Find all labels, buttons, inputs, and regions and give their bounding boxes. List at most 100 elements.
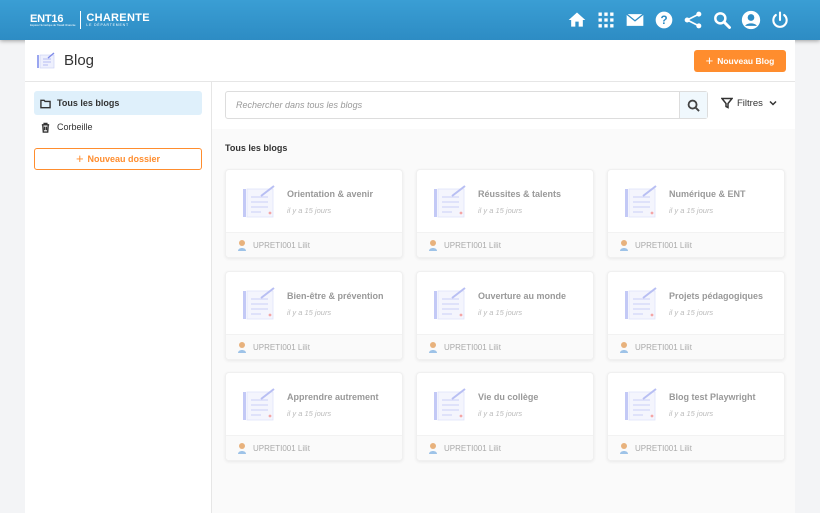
blog-title: Ouverture au monde (478, 291, 567, 301)
search-icon (687, 99, 700, 112)
ent-logo[interactable]: ENT16 Espace Numérique de Travail Charent… (30, 10, 150, 30)
blog-date: il y a 15 jours (287, 206, 332, 215)
blog-thumbnail-icon (434, 388, 466, 421)
blog-card-footer: UPRETI001 Lilit (417, 334, 593, 359)
blog-card[interactable]: Vie du collège il y a 15 jours UPRETI001 L… (416, 372, 594, 461)
blog-card-footer: UPRETI001 Lilit (417, 232, 593, 257)
blog-author: UPRETI001 Lilit (635, 240, 692, 250)
page-header: Blog + Nouveau Blog (25, 40, 795, 82)
section-title: Tous les blogs (225, 143, 288, 153)
blog-date: il y a 15 jours (669, 409, 714, 418)
blog-card-footer: UPRETI001 Lilit (608, 435, 784, 460)
filter-icon (721, 97, 733, 109)
blog-card-footer: UPRETI001 Lilit (417, 435, 593, 460)
mail-icon[interactable] (623, 8, 647, 32)
folder-icon (40, 99, 51, 108)
blog-thumbnail-icon (243, 287, 275, 320)
logo-department-text: CHARENTE LE DÉPARTEMENT (86, 12, 150, 28)
blog-author: UPRETI001 Lilit (635, 342, 692, 352)
nav-icons: ? (560, 8, 792, 32)
blog-title: Numérique & ENT (669, 189, 746, 199)
new-blog-button[interactable]: + Nouveau Blog (694, 50, 786, 72)
blog-title: Orientation & avenir (287, 189, 374, 199)
author-avatar (238, 443, 246, 454)
sidebar-item-trash[interactable]: Corbeille (34, 115, 202, 139)
author-avatar (429, 443, 437, 454)
blog-date: il y a 15 jours (478, 409, 523, 418)
blog-card-footer: UPRETI001 Lilit (226, 435, 402, 460)
new-folder-label: Nouveau dossier (87, 154, 161, 164)
blog-thumbnail-icon (243, 388, 275, 421)
blog-thumbnail-icon (625, 388, 657, 421)
logo-ent-text: ENT16 Espace Numérique de Travail Charent… (30, 12, 76, 27)
blog-author: UPRETI001 Lilit (253, 443, 310, 453)
logo-divider (80, 11, 82, 29)
user-icon[interactable] (739, 8, 763, 32)
blog-card[interactable]: Bien-être & prévention il y a 15 jours UPR… (225, 271, 403, 360)
filters-button[interactable]: Filtres (721, 97, 779, 109)
new-folder-button[interactable]: + Nouveau dossier (34, 148, 202, 170)
blog-card[interactable]: Ouverture au monde il y a 15 jours UPRETI0… (416, 271, 594, 360)
blog-date: il y a 15 jours (478, 206, 523, 215)
apps-icon[interactable] (594, 8, 618, 32)
author-avatar (238, 240, 246, 251)
blog-title: Réussites & talents (478, 189, 562, 199)
blog-thumbnail-icon (434, 185, 466, 218)
author-avatar (429, 240, 437, 251)
blog-card[interactable]: Numérique & ENT il y a 15 jours UPRETI001 … (607, 169, 785, 258)
blog-card[interactable]: Orientation & avenir il y a 15 jours UPRET… (225, 169, 403, 258)
share-icon[interactable] (681, 8, 705, 32)
blog-title: Bien-être & prévention (287, 291, 384, 301)
sidebar-item-label: Corbeille (57, 122, 93, 132)
page-title: Blog (64, 52, 95, 69)
help-icon[interactable]: ? (652, 8, 676, 32)
blog-date: il y a 15 jours (669, 206, 714, 215)
author-avatar (620, 240, 628, 251)
blog-card[interactable]: Projets pédagogiques il y a 15 jours UPRET… (607, 271, 785, 360)
blog-author: UPRETI001 Lilit (635, 443, 692, 453)
blog-author: UPRETI001 Lilit (253, 342, 310, 352)
search-bar (225, 91, 708, 119)
search-button[interactable] (679, 92, 707, 118)
sidebar-item-all-blogs[interactable]: Tous les blogs (34, 91, 202, 115)
blog-title: Blog test Playwright (669, 392, 756, 402)
blog-card-footer: UPRETI001 Lilit (226, 334, 402, 359)
blog-thumbnail-icon (434, 287, 466, 320)
filters-label: Filtres (737, 97, 763, 109)
blog-title: Apprendre autrement (287, 392, 379, 402)
blog-author: UPRETI001 Lilit (444, 342, 501, 352)
blog-author: UPRETI001 Lilit (444, 443, 501, 453)
search-icon[interactable] (710, 8, 734, 32)
power-icon[interactable] (768, 8, 792, 32)
main-content: Filtres Tous les blogs Orientation & ave… (212, 82, 795, 513)
blog-date: il y a 15 jours (287, 308, 332, 317)
plus-icon: + (75, 151, 84, 166)
blog-author: UPRETI001 Lilit (253, 240, 310, 250)
blog-date: il y a 15 jours (669, 308, 714, 317)
plus-icon: + (705, 53, 714, 68)
top-navbar: ENT16 Espace Numérique de Travail Charent… (0, 0, 820, 40)
search-input[interactable] (226, 92, 679, 118)
blog-app-icon (37, 52, 55, 69)
author-avatar (620, 443, 628, 454)
chevron-down-icon (769, 100, 777, 106)
author-avatar (429, 342, 437, 353)
blog-grid-area: Tous les blogs Orientation & avenir il y … (212, 129, 795, 513)
blog-card[interactable]: Blog test Playwright il y a 15 jours UPRET… (607, 372, 785, 461)
blog-card-footer: UPRETI001 Lilit (608, 334, 784, 359)
blog-thumbnail-icon (625, 185, 657, 218)
new-blog-label: Nouveau Blog (717, 56, 775, 66)
blog-author: UPRETI001 Lilit (444, 240, 501, 250)
blog-date: il y a 15 jours (478, 308, 523, 317)
blog-card[interactable]: Réussites & talents il y a 15 jours UPRETI… (416, 169, 594, 258)
blog-date: il y a 15 jours (287, 409, 332, 418)
blog-title: Vie du collège (478, 392, 539, 402)
blog-card-footer: UPRETI001 Lilit (608, 232, 784, 257)
blog-card-footer: UPRETI001 Lilit (226, 232, 402, 257)
home-icon[interactable] (565, 8, 589, 32)
author-avatar (238, 342, 246, 353)
blog-card[interactable]: Apprendre autrement il y a 15 jours UPRETI… (225, 372, 403, 461)
trash-icon (41, 122, 50, 133)
blog-title: Projets pédagogiques (669, 291, 764, 301)
sidebar: Tous les blogs Corbeille + Nouveau dossie… (25, 82, 212, 513)
